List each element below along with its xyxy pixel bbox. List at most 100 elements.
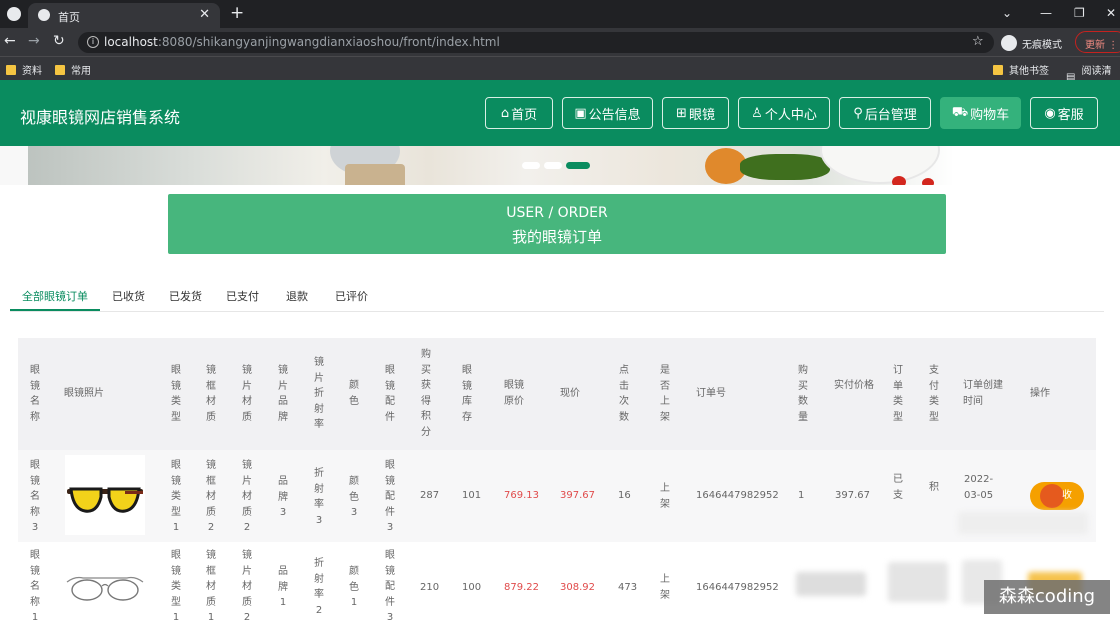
tab-title: 首页 xyxy=(58,11,80,24)
cell-clicks: 473 xyxy=(618,582,638,593)
nav-label: 个人中心 xyxy=(764,107,817,123)
incognito-indicator[interactable]: 无痕模式 xyxy=(1001,35,1062,51)
cell-created: 2022-03-05 xyxy=(964,474,994,501)
bowl-image xyxy=(820,146,940,184)
order-title-en: USER / ORDER xyxy=(506,205,608,221)
other-bookmarks[interactable]: 其他书签 xyxy=(993,62,1049,77)
cell-color: 颜色3 xyxy=(349,476,359,518)
chevron-down-icon[interactable]: ⌄ xyxy=(1002,6,1012,20)
confirm-receipt-button[interactable]: 收 xyxy=(1030,482,1084,510)
th-created: 订单创建时间 xyxy=(963,380,1003,407)
carousel-dot[interactable] xyxy=(522,162,540,169)
carousel-dot[interactable] xyxy=(544,162,562,169)
cell-points: 210 xyxy=(420,582,440,593)
th-paid: 实付价格 xyxy=(834,380,874,391)
nav-admin-button[interactable]: ⚲ 后台管理 xyxy=(839,97,931,129)
url-host: localhost xyxy=(104,35,158,49)
cell-refraction: 折射率3 xyxy=(314,468,324,526)
chrome-menu-icon[interactable] xyxy=(7,7,21,21)
bookmark-label: 常用 xyxy=(71,66,91,77)
th-type: 眼镜类型 xyxy=(171,365,181,423)
tab-paid[interactable]: 已支付 xyxy=(226,288,259,304)
folder-icon xyxy=(6,64,16,75)
update-button[interactable]: 更新 ⋮ xyxy=(1075,31,1120,53)
carousel-dot-active[interactable] xyxy=(566,162,590,169)
cell-points: 287 xyxy=(420,490,440,501)
bookmark-folder[interactable]: 资料 xyxy=(6,62,42,77)
nav-profile-button[interactable]: ♙ 个人中心 xyxy=(738,97,830,129)
tomato-image xyxy=(892,176,906,185)
reload-icon[interactable]: ↻ xyxy=(53,33,65,49)
table-row[interactable]: 眼镜名称1 眼镜类型1 镜框材质1 镜片材质2 品牌1 折射率2 颜色1 眼镜配… xyxy=(18,542,1096,625)
glasses-photo[interactable] xyxy=(65,455,145,535)
info-icon[interactable]: i xyxy=(87,36,99,48)
tab-shipped[interactable]: 已发货 xyxy=(169,288,202,304)
order-title-cn: 我的眼镜订单 xyxy=(511,228,602,246)
cell-orig-price: 769.13 xyxy=(504,490,539,501)
bookmark-label: 其他书签 xyxy=(1009,66,1049,77)
nav-cart-button[interactable]: ⛟ 购物车 xyxy=(940,97,1021,129)
update-label: 更新 xyxy=(1085,40,1105,51)
nav-label: 眼镜 xyxy=(688,107,715,123)
url-path: :8080/shikangyanjingwangdianxiaoshou/fro… xyxy=(157,35,500,49)
chat-icon: ◉ xyxy=(1044,105,1056,121)
close-tab-icon[interactable]: ✕ xyxy=(199,7,210,22)
th-lens: 镜片材质 xyxy=(242,365,252,423)
tab-refund[interactable]: 退款 xyxy=(286,288,308,304)
nav-notice-button[interactable]: ▣ 公告信息 xyxy=(562,97,653,129)
cell-order-no: 1646447982952 xyxy=(696,490,779,501)
url-field[interactable]: i localhost:8080/shikangyanjingwangdianx… xyxy=(78,32,994,53)
home-icon: ⌂ xyxy=(500,105,510,121)
th-order-no: 订单号 xyxy=(696,388,726,399)
new-tab-icon[interactable]: + xyxy=(230,3,244,23)
cell-color: 颜色1 xyxy=(349,566,359,608)
folder-icon xyxy=(993,64,1003,75)
forward-icon[interactable]: → xyxy=(28,33,40,49)
order-title-box: USER / ORDER 我的眼镜订单 xyxy=(168,194,946,254)
main-nav: ⌂ 首页 ▣ 公告信息 ⊞ 眼镜 ♙ 个人中心 ⚲ 后台管理 ⛟ 购物车 ◉ 客服 xyxy=(485,97,1098,129)
cucumber-image xyxy=(740,154,830,180)
glasses-photo[interactable] xyxy=(65,544,145,624)
board-image xyxy=(345,164,405,185)
globe-icon xyxy=(38,9,50,21)
nav-home-button[interactable]: ⌂ 首页 xyxy=(485,97,553,129)
nav-glasses-button[interactable]: ⊞ 眼镜 xyxy=(662,97,729,129)
table-row[interactable]: 眼镜名称3 眼镜类型1 镜框材质2 镜片材质2 品牌3 折射率3 颜色3 眼镜配… xyxy=(18,450,1096,542)
maximize-icon[interactable]: ❐ xyxy=(1074,6,1085,20)
incognito-icon xyxy=(1001,35,1017,51)
th-order-type: 订单类型 xyxy=(893,365,903,423)
cell-frame: 镜框材质2 xyxy=(206,460,216,533)
cell-refraction: 折射率2 xyxy=(314,558,324,616)
window-close-icon[interactable]: ✕ xyxy=(1106,6,1116,20)
back-icon[interactable]: ← xyxy=(4,33,16,49)
th-color: 颜色 xyxy=(349,380,359,407)
tab-received[interactable]: 已收货 xyxy=(112,288,145,304)
nav-service-button[interactable]: ◉ 客服 xyxy=(1030,97,1098,129)
cell-order-type: 已支 xyxy=(893,474,903,501)
grid-icon: ⊞ xyxy=(676,105,687,121)
bookmark-star-icon[interactable]: ☆ xyxy=(972,34,984,49)
th-name: 眼镜名称 xyxy=(30,365,40,423)
th-refraction: 镜片折射率 xyxy=(314,357,324,430)
minimize-icon[interactable]: — xyxy=(1040,6,1052,20)
tab-all-orders[interactable]: 全部眼镜订单 xyxy=(22,288,88,304)
cell-frame: 镜框材质1 xyxy=(206,550,216,623)
browser-tab[interactable]: 首页 ✕ xyxy=(28,3,220,28)
cell-brand: 品牌3 xyxy=(278,476,288,518)
bookmark-folder[interactable]: 常用 xyxy=(55,62,91,77)
cell-listed: 上架 xyxy=(660,574,670,601)
cell-orig-price: 879.22 xyxy=(504,582,539,593)
nav-label: 客服 xyxy=(1057,107,1084,123)
cell-type: 眼镜类型1 xyxy=(171,550,181,623)
cell-clicks: 16 xyxy=(618,490,631,501)
th-frame: 镜框材质 xyxy=(206,365,216,423)
tab-reviewed[interactable]: 已评价 xyxy=(335,288,368,304)
table-header: 眼镜名称 眼镜照片 眼镜类型 镜框材质 镜片材质 镜片品牌 镜片折射率 颜色 眼… xyxy=(18,338,1096,450)
banner-carousel[interactable] xyxy=(0,146,954,185)
watermark: 森森coding xyxy=(984,580,1110,614)
cell-accessory: 眼镜配件3 xyxy=(385,460,395,533)
address-bar-row: ← → ↻ i localhost:8080/shikangyanjingwan… xyxy=(0,28,1120,56)
th-accessory: 眼镜配件 xyxy=(385,365,395,423)
active-tab-indicator xyxy=(10,309,100,311)
gift-icon: ▣ xyxy=(574,105,587,121)
